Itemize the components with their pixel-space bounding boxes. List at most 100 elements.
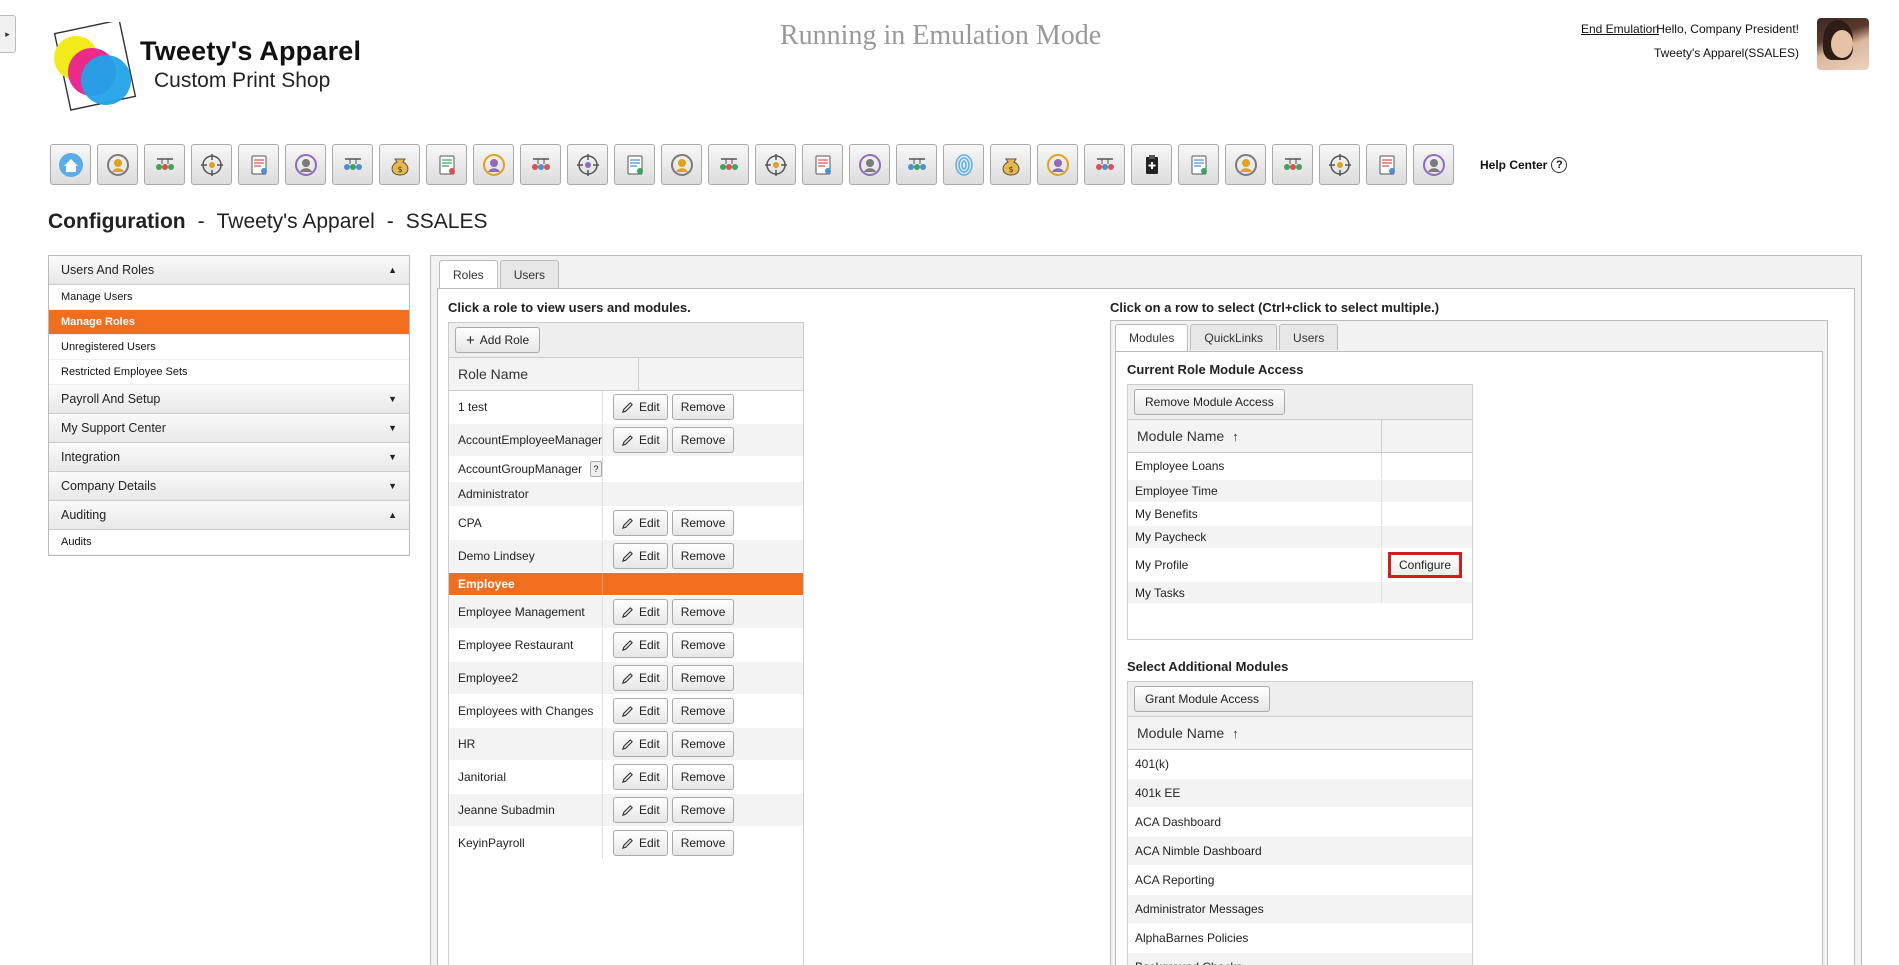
module-row[interactable]: ACA Reporting	[1128, 866, 1472, 895]
role-row[interactable]: Employee2 Edit Remove	[449, 662, 803, 695]
promote-button[interactable]	[708, 144, 749, 185]
edit-role-button[interactable]: Edit	[613, 830, 668, 856]
compare-button[interactable]	[849, 144, 890, 185]
role-row[interactable]: Demo Lindsey Edit Remove	[449, 540, 803, 573]
transfer-button[interactable]	[661, 144, 702, 185]
edit-role-button[interactable]: Edit	[613, 698, 668, 724]
role-row[interactable]: Janitorial Edit Remove	[449, 761, 803, 794]
role-row[interactable]: Employee Restaurant Edit Remove	[449, 629, 803, 662]
module-row[interactable]: Employee Time	[1128, 480, 1472, 503]
column-header-role-name[interactable]: Role Name	[449, 358, 639, 390]
shield-button[interactable]	[755, 144, 796, 185]
fingerprint-button[interactable]	[943, 144, 984, 185]
edit-role-button[interactable]: Edit	[613, 510, 668, 536]
edit-role-button[interactable]: Edit	[613, 731, 668, 757]
role-row[interactable]: Employee	[449, 573, 803, 596]
role-help-button[interactable]: ?	[590, 461, 602, 477]
search-person-button[interactable]	[426, 144, 467, 185]
growth-button[interactable]	[567, 144, 608, 185]
nav-section-payroll-and-setup[interactable]: Payroll And Setup ▼	[49, 385, 409, 414]
remove-role-button[interactable]: Remove	[671, 394, 735, 420]
money-bag-alt-button[interactable]: $	[990, 144, 1031, 185]
remove-role-button[interactable]: Remove	[671, 427, 735, 453]
remove-role-button[interactable]: Remove	[671, 543, 735, 569]
column-header-additional-module-name[interactable]: Module Name ↑	[1128, 717, 1472, 749]
remove-role-button[interactable]: Remove	[671, 797, 735, 823]
module-row[interactable]: ACA Nimble Dashboard	[1128, 837, 1472, 866]
role-row[interactable]: HR Edit Remove	[449, 728, 803, 761]
edit-role-button[interactable]: Edit	[613, 632, 668, 658]
avatar[interactable]	[1817, 18, 1869, 70]
remove-role-button[interactable]: Remove	[671, 764, 735, 790]
people-button[interactable]	[238, 144, 279, 185]
clipboard-button[interactable]	[1131, 144, 1172, 185]
add-role-button[interactable]: + Add Role	[455, 327, 541, 353]
nav-section-my-support-center[interactable]: My Support Center ▼	[49, 414, 409, 443]
team-button[interactable]	[1084, 144, 1125, 185]
nav-item-manage-roles[interactable]: Manage Roles	[49, 310, 409, 335]
home-button[interactable]	[50, 144, 91, 185]
tab-modules[interactable]: Modules	[1115, 324, 1189, 351]
handshake-button[interactable]	[1037, 144, 1078, 185]
tab-roles[interactable]: Roles	[439, 260, 498, 289]
tab-quicklinks[interactable]: QuickLinks	[1190, 324, 1278, 350]
role-row[interactable]: KeyinPayroll Edit Remove	[449, 827, 803, 860]
nav-section-users-and-roles[interactable]: Users And Roles ▲	[49, 256, 409, 285]
nav-section-auditing[interactable]: Auditing ▲	[49, 501, 409, 530]
remove-role-button[interactable]: Remove	[671, 632, 735, 658]
role-row[interactable]: AccountEmployeeManager Edit Remove	[449, 424, 803, 457]
role-row[interactable]: CPA Edit Remove	[449, 507, 803, 540]
key-button[interactable]	[1225, 144, 1266, 185]
nav-item-audits[interactable]: Audits	[49, 530, 409, 555]
edit-role-button[interactable]: Edit	[613, 427, 668, 453]
module-row[interactable]: Administrator Messages	[1128, 895, 1472, 924]
role-row[interactable]: Jeanne Subadmin Edit Remove	[449, 794, 803, 827]
target-button[interactable]	[473, 144, 514, 185]
module-row[interactable]: Background Checks	[1128, 953, 1472, 965]
remove-role-button[interactable]: Remove	[671, 665, 735, 691]
form-button[interactable]	[1319, 144, 1360, 185]
module-row[interactable]: My Profile Configure	[1128, 549, 1472, 582]
help-center-link[interactable]: Help Center?	[1480, 156, 1568, 173]
edit-role-button[interactable]: Edit	[613, 394, 668, 420]
configure-button[interactable]: Configure	[1388, 552, 1463, 578]
grant-module-access-button[interactable]: Grant Module Access	[1134, 686, 1271, 712]
broken-button[interactable]	[896, 144, 937, 185]
module-row[interactable]: 401k EE	[1128, 779, 1472, 808]
remove-role-button[interactable]: Remove	[671, 731, 735, 757]
role-row[interactable]: 1 test Edit Remove	[449, 391, 803, 424]
end-emulation-link[interactable]: End Emulation	[1581, 22, 1659, 36]
timeclock-button[interactable]	[191, 144, 232, 185]
document-button[interactable]	[332, 144, 373, 185]
shield-alt-button[interactable]	[1178, 144, 1219, 185]
edit-role-button[interactable]: Edit	[613, 543, 668, 569]
gift-button[interactable]	[1272, 144, 1313, 185]
money-bag-button[interactable]: $	[379, 144, 420, 185]
module-row[interactable]: My Tasks	[1128, 582, 1472, 604]
role-row[interactable]: Employee Management Edit Remove	[449, 596, 803, 629]
group-button[interactable]	[1366, 144, 1407, 185]
edit-role-button[interactable]: Edit	[613, 665, 668, 691]
nav-section-company-details[interactable]: Company Details ▼	[49, 472, 409, 501]
sidebar-toggle[interactable]: ▸	[0, 15, 16, 53]
role-row[interactable]: Employees with Changes Edit Remove	[449, 695, 803, 728]
remove-role-button[interactable]: Remove	[671, 510, 735, 536]
crosshair-button[interactable]	[614, 144, 655, 185]
tab-users[interactable]: Users	[499, 260, 560, 288]
module-row[interactable]: Employee Loans	[1128, 453, 1472, 480]
certificate-button[interactable]	[1413, 144, 1454, 185]
role-row[interactable]: Administrator	[449, 482, 803, 507]
edit-role-button[interactable]: Edit	[613, 797, 668, 823]
nav-item-unregistered-users[interactable]: Unregistered Users	[49, 335, 409, 360]
employee-button[interactable]	[97, 144, 138, 185]
remove-role-button[interactable]: Remove	[671, 698, 735, 724]
edit-role-button[interactable]: Edit	[613, 764, 668, 790]
award-button[interactable]	[802, 144, 843, 185]
column-header-module-name[interactable]: Module Name ↑	[1128, 420, 1382, 452]
remove-role-button[interactable]: Remove	[671, 599, 735, 625]
module-row[interactable]: My Paycheck	[1128, 526, 1472, 549]
tab-module-users[interactable]: Users	[1279, 324, 1339, 350]
org-chart-button[interactable]	[285, 144, 326, 185]
module-row[interactable]: ACA Dashboard	[1128, 808, 1472, 837]
remove-module-access-button[interactable]: Remove Module Access	[1134, 389, 1285, 415]
